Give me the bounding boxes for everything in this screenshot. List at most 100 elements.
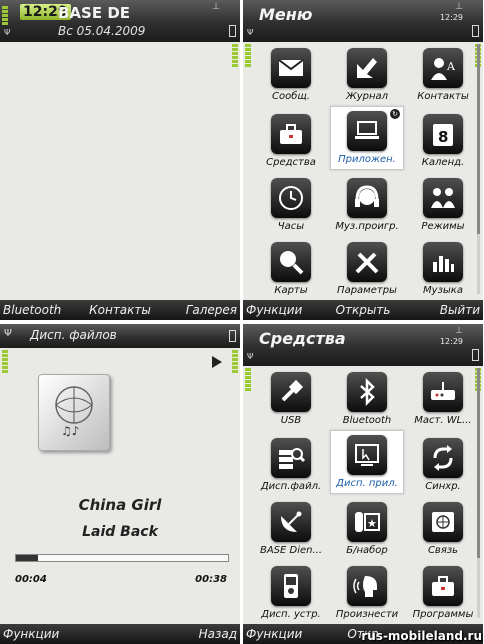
battery-bars <box>232 44 238 68</box>
antenna-icon: Ψ <box>4 328 12 339</box>
clock-text: 12:29 <box>439 337 463 346</box>
menu-item-label: Журнал <box>345 91 389 102</box>
softkey-right[interactable]: Назад <box>199 627 237 641</box>
tools-item-wlan-wizard[interactable]: Маст. WL... <box>407 368 479 430</box>
svg-text:★: ★ <box>367 517 377 530</box>
wlan-router-icon <box>423 372 463 412</box>
tools-item-usb[interactable]: USB <box>255 368 327 430</box>
menu-item-contacts[interactable]: A Контакты <box>407 44 479 106</box>
speed-dial-icon: ★ <box>347 502 387 542</box>
player-header: Ψ Дисп. файлов <box>0 324 240 348</box>
page-title: Средства <box>259 329 346 348</box>
menu-item-calendar[interactable]: 8 Календ. <box>407 110 479 172</box>
menu-item-label: Карты <box>274 285 308 296</box>
battery-icon <box>472 349 479 361</box>
signal-bars <box>245 44 251 68</box>
menu-item-label: Режимы <box>421 221 465 232</box>
tools-item-label: Синхр. <box>425 481 461 492</box>
network-icon: ⊥ <box>212 2 220 12</box>
menu-item-applications[interactable]: ↻ Приложен. <box>330 106 404 170</box>
operator-name: BASE DE <box>58 4 131 22</box>
installations-icon <box>423 566 463 606</box>
menu-item-profiles[interactable]: Режимы <box>407 174 479 236</box>
menu-item-maps[interactable]: Карты <box>255 238 327 300</box>
satellite-dish-icon <box>271 502 311 542</box>
tools-item-base-dienste[interactable]: BASE Dien... <box>255 498 327 560</box>
menu-item-log[interactable]: Журнал <box>331 44 403 106</box>
tools-item-sync[interactable]: Синхр. <box>407 434 479 496</box>
equalizer-icon <box>423 242 463 282</box>
tools-item-file-manager[interactable]: Дисп.файл. <box>255 434 327 496</box>
menu-item-tools[interactable]: Средства <box>255 110 327 172</box>
album-art: ♫♪ <box>38 374 110 451</box>
usb-plug-icon <box>271 372 311 412</box>
standby-screen: 12:29 BASE DE Вс 05.04.2009 Ψ ⊥ Bluetoot… <box>0 0 240 320</box>
tools-item-app-manager[interactable]: Дисп. прил. <box>330 430 404 494</box>
calendar-icon: 8 <box>423 114 463 154</box>
menu-item-music-player[interactable]: Муз.проигр. <box>331 174 403 236</box>
svg-text:A: A <box>446 60 456 73</box>
tools-item-label: Программы <box>412 609 474 620</box>
date-display: Вс 05.04.2009 <box>58 24 146 38</box>
tools-item-label: Дисп. прил. <box>336 478 398 489</box>
tools-item-bluetooth[interactable]: Bluetooth <box>331 368 403 430</box>
softkey-bar: Функции Открыть Выйти <box>243 300 483 320</box>
tools-item-label: Связь <box>427 545 459 556</box>
contact-card-icon: A <box>423 48 463 88</box>
tools-item-installations[interactable]: Программы <box>407 562 479 624</box>
network-icon: ⊥ <box>455 326 463 336</box>
watermark: rus-mobileland.ru <box>361 629 482 643</box>
globe-search-icon <box>271 242 311 282</box>
tools-item-connectivity[interactable]: Связь <box>407 498 479 560</box>
play-icon[interactable] <box>212 356 222 368</box>
tools-item-label: Маст. WL... <box>414 415 472 426</box>
menu-screen: Меню ⊥ 12:29 Ψ Сообщ. Журнал A Контакты <box>243 0 483 320</box>
speech-icon <box>347 566 387 606</box>
signal-bars <box>245 368 251 392</box>
page-title: Дисп. файлов <box>30 328 117 342</box>
clock-icon <box>271 178 311 218</box>
menu-item-label: Музыка <box>423 285 463 296</box>
clock-text: 12:29 <box>439 13 463 22</box>
menu-item-label: Средства <box>266 157 316 168</box>
menu-header: Меню ⊥ 12:29 Ψ <box>243 0 483 42</box>
device-manager-icon <box>271 566 311 606</box>
menu-item-label: Контакты <box>417 91 469 102</box>
progress-bar[interactable] <box>15 554 229 562</box>
battery-icon <box>229 25 236 37</box>
tools-item-label: USB <box>280 415 302 426</box>
menu-item-music[interactable]: Музыка <box>407 238 479 300</box>
file-manager-icon <box>271 438 311 478</box>
arrow-icon <box>347 48 387 88</box>
tools-item-device-manager[interactable]: Дисп. устр. <box>255 562 327 624</box>
network-icon: ⊥ <box>455 2 463 12</box>
tools-item-speed-dial[interactable]: ★ Б/набор <box>331 498 403 560</box>
tools-item-label: Произнести <box>335 609 399 620</box>
elapsed-time: 00:04 <box>15 574 47 585</box>
tools-item-label: Дисп. устр. <box>261 609 321 620</box>
tools-item-label: BASE Dien... <box>259 545 323 556</box>
menu-item-messages[interactable]: Сообщ. <box>255 44 327 106</box>
tools-item-label: Дисп.файл. <box>260 481 322 492</box>
softkey-right[interactable]: Выйти <box>440 303 480 317</box>
antenna-icon: Ψ <box>247 352 254 361</box>
envelope-icon <box>271 48 311 88</box>
tools-item-label: Б/набор <box>346 545 388 556</box>
menu-item-settings[interactable]: Параметры <box>331 238 403 300</box>
menu-item-clock[interactable]: Часы <box>255 174 327 236</box>
softkey-left[interactable]: Функции <box>3 627 59 641</box>
page-title: Меню <box>259 5 313 24</box>
total-time: 00:38 <box>195 574 227 585</box>
antenna-icon: Ψ <box>247 28 254 37</box>
menu-item-label: Приложен. <box>338 154 396 165</box>
signal-bars <box>2 6 8 26</box>
headphones-icon <box>347 178 387 218</box>
tools-header: Средства ⊥ 12:29 Ψ <box>243 324 483 366</box>
menu-item-label: Календ. <box>421 157 465 168</box>
player-screen: Ψ Дисп. файлов ♫♪ China Girl Laid Back 0… <box>0 324 240 644</box>
tools-item-speech[interactable]: Произнести <box>331 562 403 624</box>
profiles-icon <box>423 178 463 218</box>
softkey-right[interactable]: Галерея <box>186 303 237 317</box>
softkey-bar: Bluetooth Контакты Галерея <box>0 300 240 320</box>
bluetooth-icon <box>347 372 387 412</box>
